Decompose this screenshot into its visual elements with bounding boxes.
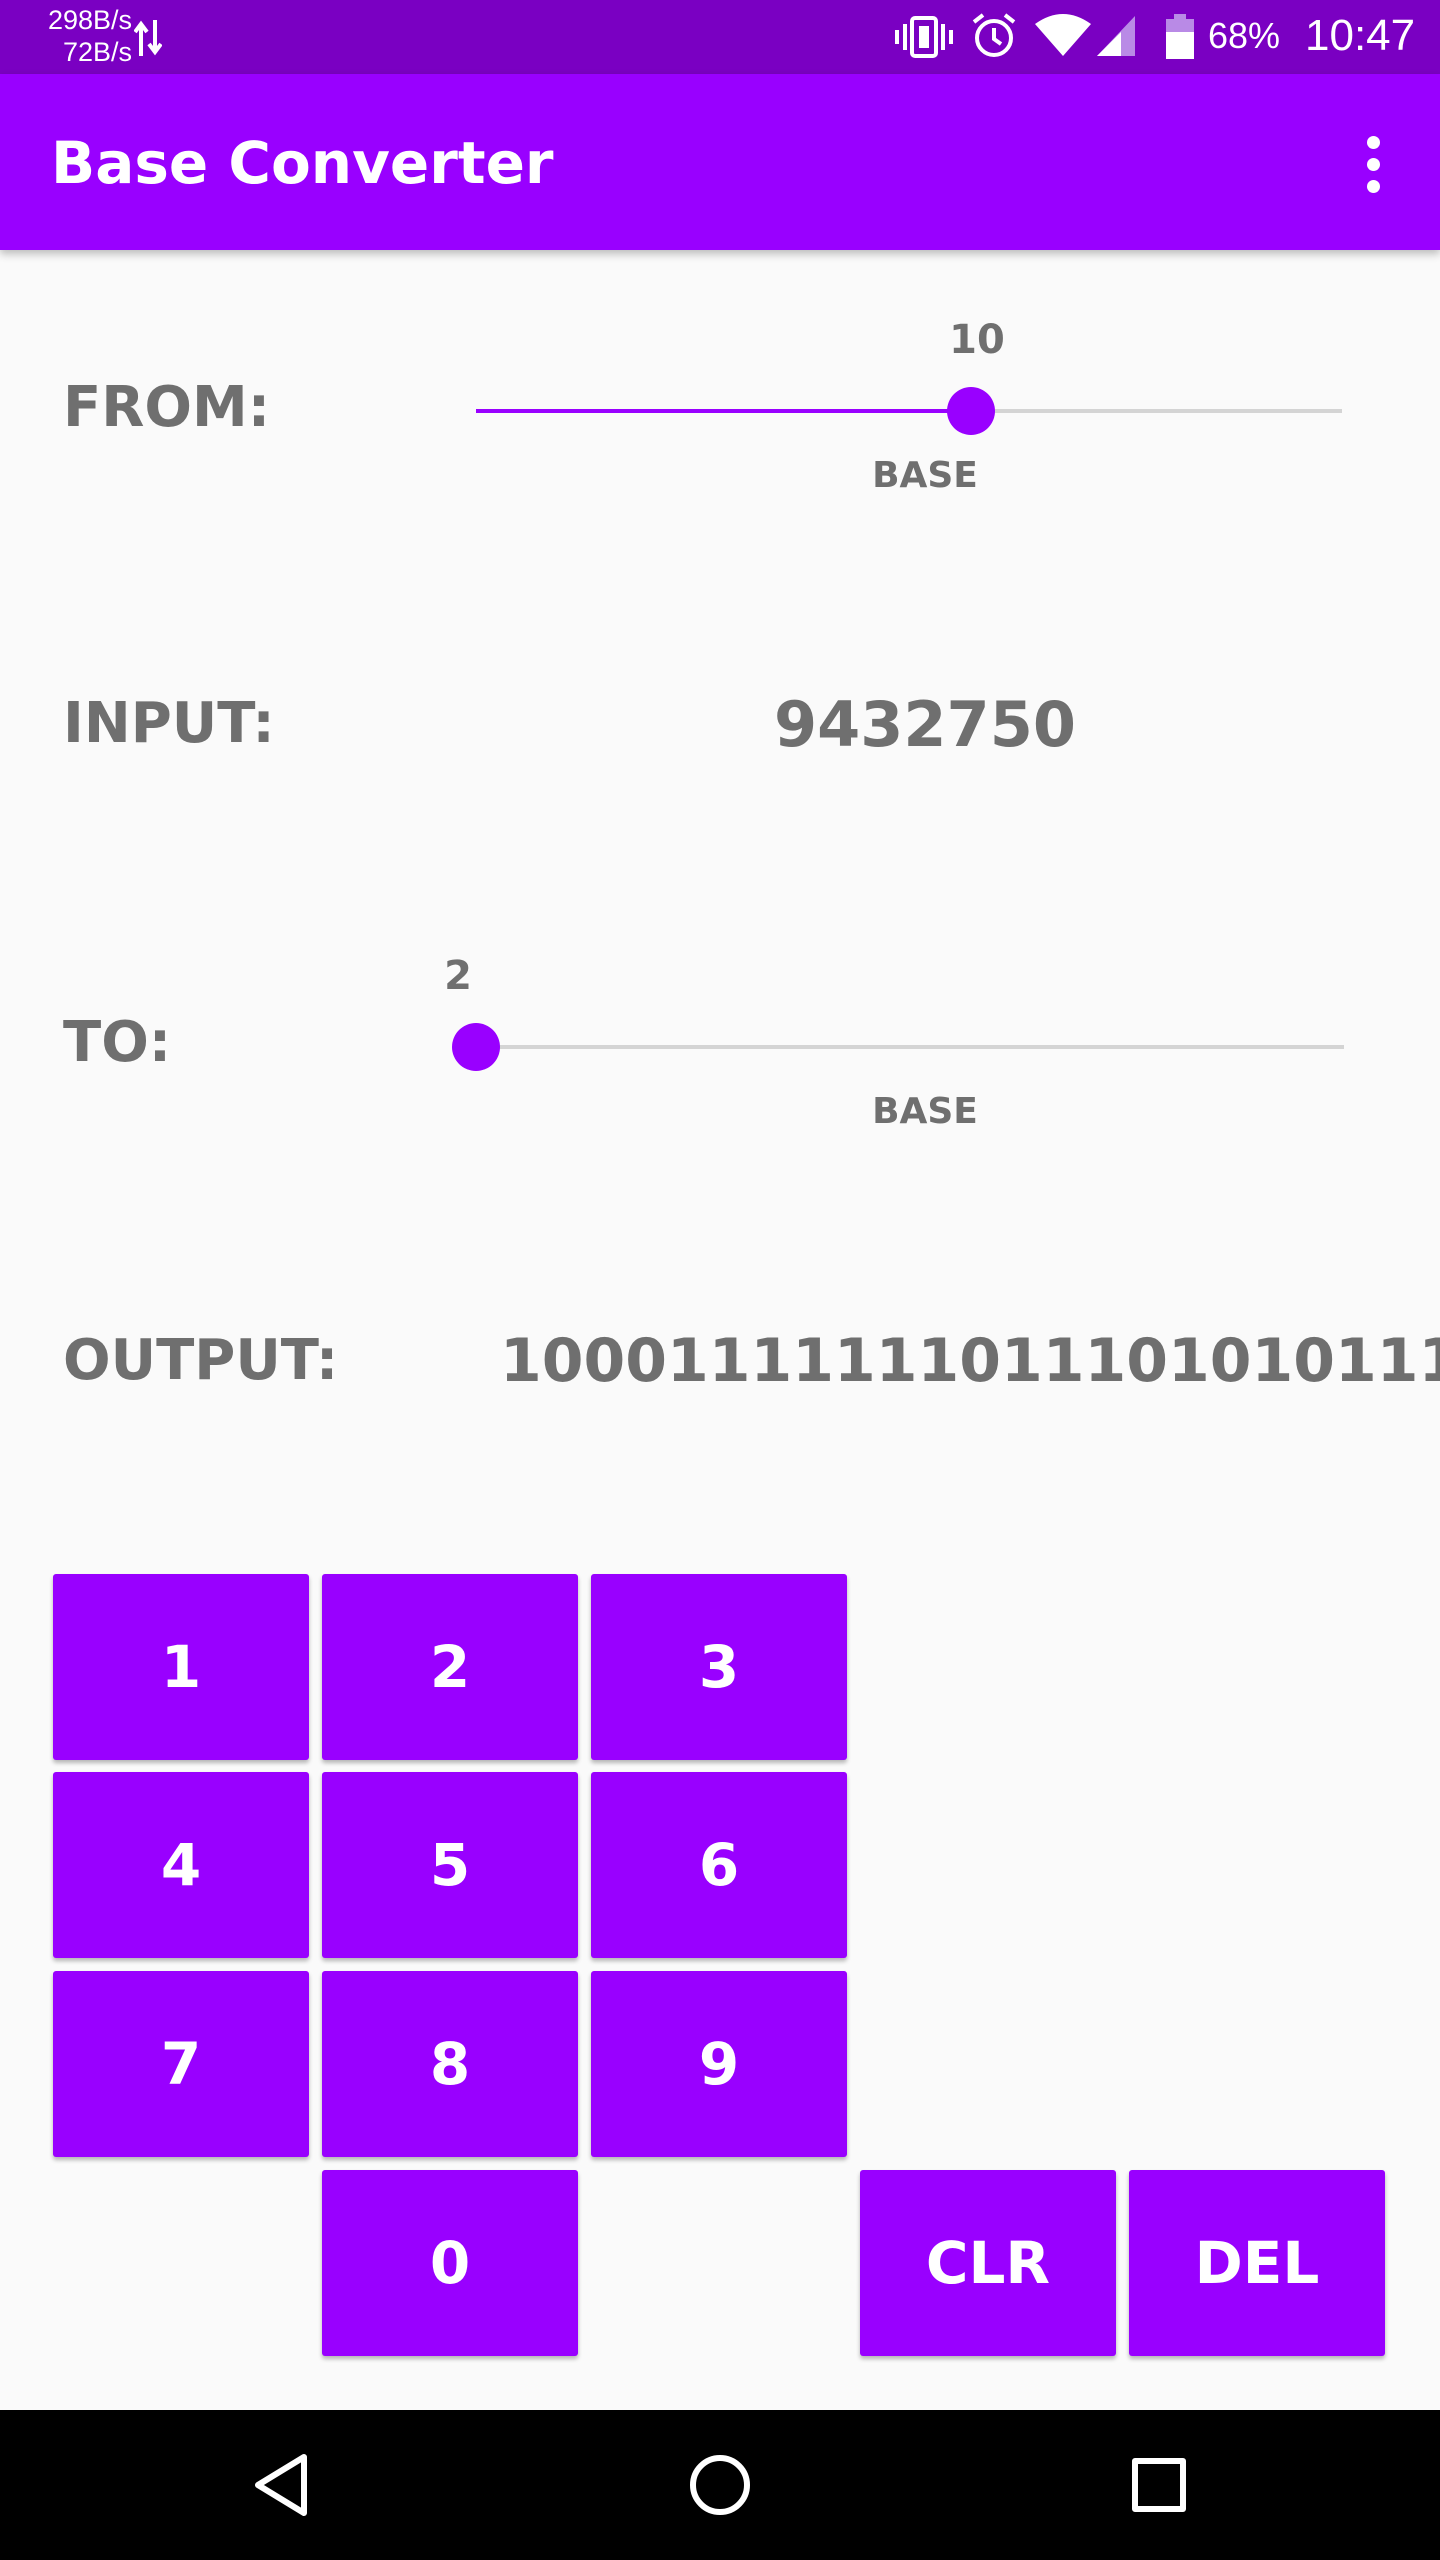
key-8[interactable]: 8	[322, 1971, 578, 2157]
input-label: INPUT:	[63, 691, 275, 756]
cell-signal-icon	[1097, 16, 1135, 56]
from-label: FROM:	[63, 375, 271, 440]
back-icon[interactable]	[237, 2440, 327, 2530]
navigation-bar	[0, 2410, 1440, 2560]
to-label: TO:	[63, 1010, 172, 1075]
from-slider-thumb[interactable]	[947, 387, 995, 435]
wifi-icon	[1035, 14, 1091, 56]
battery-percentage: 68%	[1208, 15, 1281, 56]
key-6[interactable]: 6	[591, 1772, 847, 1958]
key-5[interactable]: 5	[322, 1772, 578, 1958]
from-slider-caption: BASE	[872, 455, 978, 496]
to-slider-caption: BASE	[872, 1091, 978, 1132]
key-1[interactable]: 1	[53, 1574, 309, 1760]
to-slider-track[interactable]	[476, 1045, 1344, 1049]
vibrate-icon	[895, 16, 953, 58]
to-slider-thumb[interactable]	[452, 1023, 500, 1071]
key-9[interactable]: 9	[591, 1971, 847, 2157]
key-3[interactable]: 3	[591, 1574, 847, 1760]
key-0[interactable]: 0	[322, 2170, 578, 2356]
from-slider-fill	[476, 409, 971, 413]
home-icon[interactable]	[675, 2440, 765, 2530]
download-speed: 298B/s	[47, 5, 132, 35]
key-4[interactable]: 4	[53, 1772, 309, 1958]
from-slider-value: 10	[949, 317, 1005, 363]
app-title: Base Converter	[51, 129, 554, 197]
data-transfer-icon	[133, 18, 163, 62]
network-speed: 298B/s 72B/s	[22, 4, 132, 68]
status-bar: 298B/s 72B/s 68% 10:47	[0, 0, 1440, 74]
key-2[interactable]: 2	[322, 1574, 578, 1760]
alarm-icon	[972, 13, 1016, 57]
recents-icon[interactable]	[1114, 2440, 1204, 2530]
key-7[interactable]: 7	[53, 1971, 309, 2157]
delete-button[interactable]: DEL	[1129, 2170, 1385, 2356]
input-value: 9432750	[774, 688, 1076, 761]
more-vert-icon[interactable]	[1345, 124, 1401, 204]
battery-icon	[1166, 14, 1194, 59]
clear-button[interactable]: CLR	[860, 2170, 1116, 2356]
upload-speed: 72B/s	[62, 37, 132, 67]
output-value: 100011111110111010101110	[500, 1326, 1440, 1396]
app-bar: Base Converter	[0, 74, 1440, 250]
output-label: OUTPUT:	[63, 1328, 339, 1393]
to-slider-value: 2	[444, 953, 472, 999]
clock: 10:47	[1305, 11, 1416, 60]
